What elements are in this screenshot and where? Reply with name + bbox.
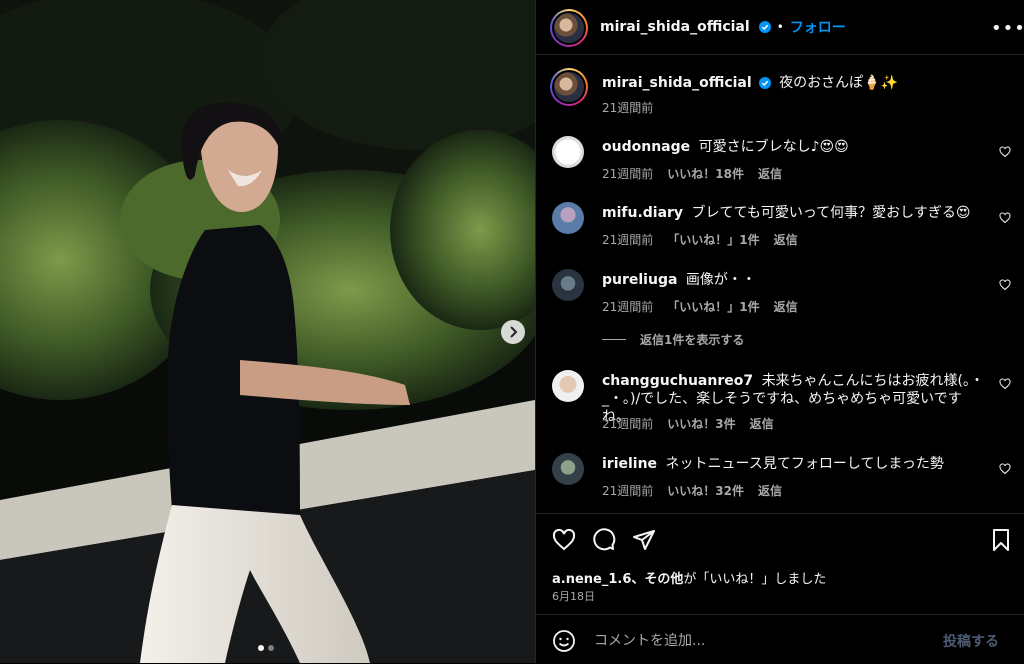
- post-actions: a.nene_1.6、その他が「いいね！」しました 6月18日: [536, 513, 1024, 614]
- heart-icon[interactable]: [999, 378, 1011, 390]
- commenter-username[interactable]: pureliuga: [602, 272, 677, 288]
- comment-time[interactable]: 21週間前: [602, 298, 653, 315]
- heart-icon[interactable]: [999, 146, 1011, 158]
- commenter-username[interactable]: changguchuanreo7: [602, 373, 753, 389]
- comment-meta: 21週間前 「いいね！」1件 返信: [602, 298, 798, 315]
- reply-button[interactable]: 返信: [774, 298, 798, 315]
- carousel-dot: [268, 645, 274, 651]
- comment-meta: 21週間前 いいね！32件 返信: [602, 482, 782, 499]
- author-username[interactable]: mirai_shida_official: [600, 19, 750, 35]
- share-icon[interactable]: [632, 528, 656, 552]
- reply-button[interactable]: 返信: [774, 231, 798, 248]
- commenter-avatar[interactable]: [552, 453, 584, 485]
- chevron-right-icon: [510, 326, 518, 338]
- post-detail-panel: mirai_shida_official • フォロー ••• mirai_sh…: [535, 0, 1024, 663]
- comment-time[interactable]: 21週間前: [602, 415, 653, 432]
- post-date[interactable]: 6月18日: [552, 588, 595, 604]
- heart-icon[interactable]: [999, 463, 1011, 475]
- verified-badge-icon: [758, 21, 771, 33]
- comment-likes[interactable]: いいね！18件: [667, 165, 744, 182]
- comment-meta: 21週間前 「いいね！」1件 返信: [602, 231, 798, 248]
- liked-by-others[interactable]: その他: [644, 572, 683, 587]
- comment-input[interactable]: [592, 629, 926, 653]
- liked-suffix: が「いいね！」しました: [683, 572, 827, 587]
- commenter-username[interactable]: irieline: [602, 456, 657, 472]
- post-image: [0, 0, 535, 663]
- verified-badge-icon: [758, 77, 771, 89]
- commenter-avatar[interactable]: [552, 370, 584, 402]
- commenter-avatar[interactable]: [552, 269, 584, 301]
- post-photo[interactable]: [0, 0, 535, 663]
- caption-timestamp[interactable]: 21週間前: [602, 99, 653, 116]
- comment-body: pureliuga 画像が・・: [602, 271, 982, 289]
- comment-meta: 21週間前 いいね！18件 返信: [602, 165, 782, 182]
- comment-meta: 21週間前 いいね！3件 返信: [602, 415, 774, 432]
- carousel-dot-active: [258, 645, 264, 651]
- comment-time[interactable]: 21週間前: [602, 482, 653, 499]
- comment-text: ブレてても可愛いって何事？愛おしすぎる😍: [691, 205, 971, 221]
- comment-text: ネットニュース見てフォローしてしまった勢: [665, 456, 944, 472]
- view-replies-label: 返信1件を表示する: [640, 333, 745, 347]
- commenter-avatar[interactable]: [552, 136, 584, 168]
- commenter-username[interactable]: oudonnage: [602, 139, 690, 155]
- comment-text: 画像が・・: [685, 272, 756, 288]
- liked-by-user[interactable]: a.nene_1.6、: [552, 572, 644, 587]
- comment-likes[interactable]: いいね！32件: [667, 482, 744, 499]
- heart-icon[interactable]: [999, 279, 1011, 291]
- comment-icon[interactable]: [592, 528, 616, 552]
- commenter-username[interactable]: mifu.diary: [602, 205, 683, 221]
- reply-button[interactable]: 返信: [758, 482, 782, 499]
- comment-time[interactable]: 21週間前: [602, 165, 653, 182]
- comment-body: mifu.diary ブレてても可愛いって何事？愛おしすぎる😍: [602, 204, 982, 222]
- caption-username[interactable]: mirai_shida_official: [602, 75, 752, 91]
- replies-divider: [602, 339, 626, 340]
- add-comment-bar: 投稿する: [536, 614, 1024, 664]
- bookmark-icon[interactable]: [989, 528, 1013, 552]
- comment-likes[interactable]: いいね！3件: [667, 415, 735, 432]
- reply-button[interactable]: 返信: [758, 165, 782, 182]
- heart-icon[interactable]: [999, 212, 1011, 224]
- comment-likes[interactable]: 「いいね！」1件: [667, 298, 759, 315]
- comment-body: irieline ネットニュース見てフォローしてしまった勢: [602, 455, 982, 473]
- like-heart-icon[interactable]: [552, 528, 576, 552]
- caption-avatar[interactable]: [550, 68, 588, 106]
- more-options-icon[interactable]: •••: [991, 18, 1024, 39]
- caption-text-line: mirai_shida_official 夜のおさんぽ🍦✨: [602, 74, 982, 92]
- view-replies-button[interactable]: 返信1件を表示する: [602, 331, 744, 348]
- comment-text: 可愛さにブレなし♪😍😍: [698, 139, 849, 155]
- follow-button[interactable]: フォロー: [790, 17, 846, 37]
- carousel-indicator: [258, 645, 274, 651]
- likes-summary: a.nene_1.6、その他が「いいね！」しました: [552, 568, 826, 587]
- post-header: mirai_shida_official • フォロー •••: [536, 0, 1024, 55]
- caption-time: 21週間前: [602, 99, 653, 116]
- comment-time[interactable]: 21週間前: [602, 231, 653, 248]
- author-avatar[interactable]: [550, 9, 588, 47]
- separator-dot: •: [776, 20, 784, 34]
- next-image-button[interactable]: [501, 320, 525, 344]
- caption-text: 夜のおさんぽ🍦✨: [779, 75, 899, 91]
- emoji-icon[interactable]: [552, 629, 576, 653]
- comment-likes[interactable]: 「いいね！」1件: [667, 231, 759, 248]
- reply-button[interactable]: 返信: [750, 415, 774, 432]
- comment-body: oudonnage 可愛さにブレなし♪😍😍: [602, 138, 982, 156]
- post-comment-button[interactable]: 投稿する: [943, 631, 999, 651]
- commenter-avatar[interactable]: [552, 202, 584, 234]
